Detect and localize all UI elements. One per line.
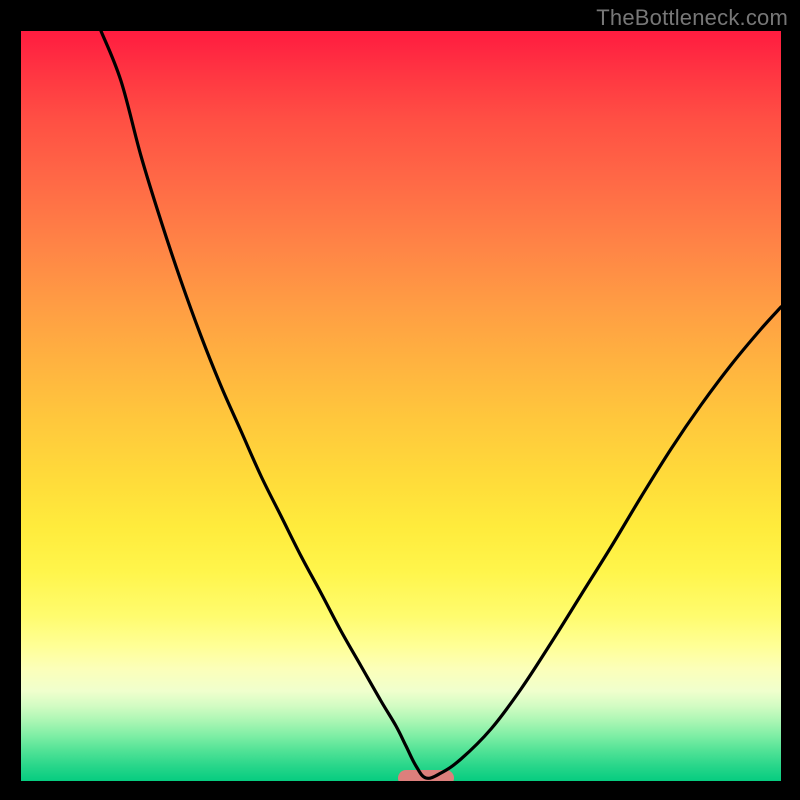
watermark-text: TheBottleneck.com — [596, 5, 788, 31]
chart-frame: TheBottleneck.com — [0, 0, 800, 800]
bottleneck-curve — [101, 31, 781, 778]
plot-area — [21, 31, 781, 781]
curve-layer — [21, 31, 781, 781]
